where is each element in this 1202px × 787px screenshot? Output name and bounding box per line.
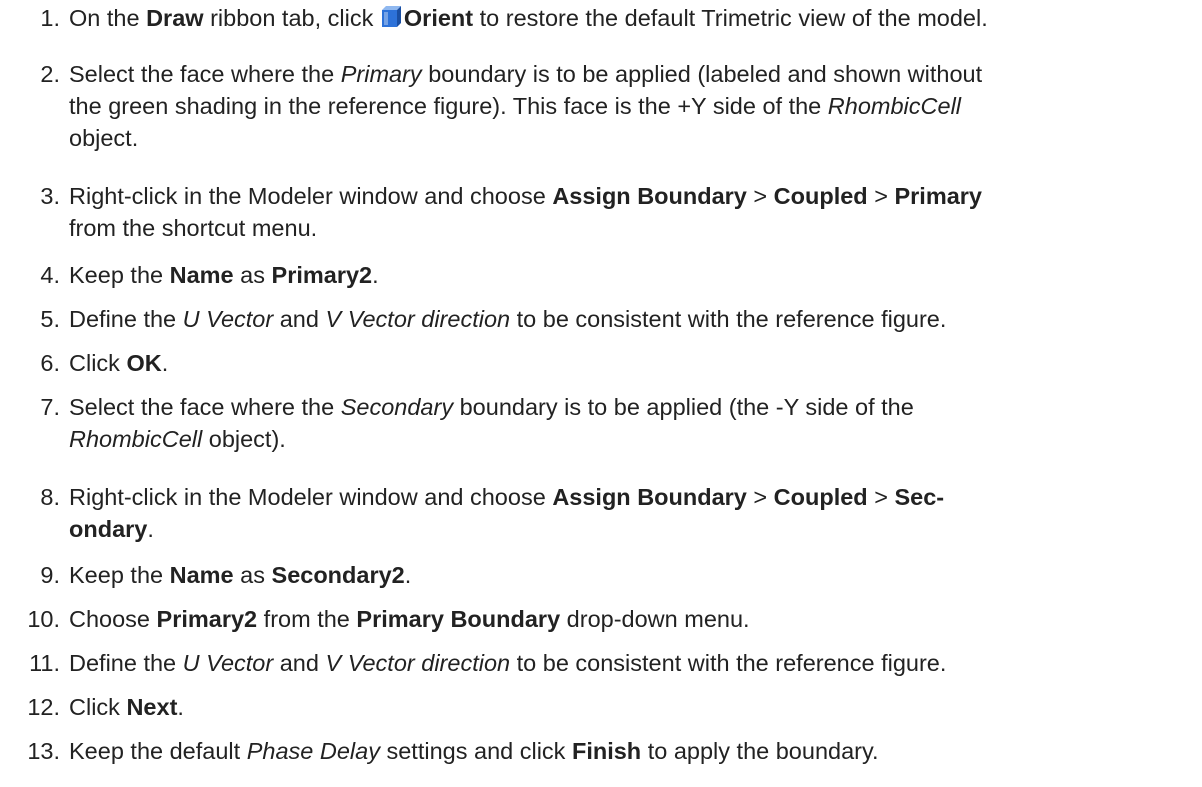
step-number: 1.: [40, 5, 60, 31]
step-text-run: Click: [69, 694, 127, 720]
step-number: 11.: [29, 650, 60, 676]
step-text-run: Click: [69, 350, 127, 376]
step-text-run: Define the: [69, 306, 183, 332]
step-text-run: settings and click: [379, 738, 572, 764]
step-text-run: drop-down menu.: [560, 606, 750, 632]
ui-term: Sec-: [894, 484, 945, 510]
step-text-run: ribbon tab, click: [203, 5, 380, 31]
emphasized-term: Secondary: [340, 394, 454, 420]
step-text-run: object.: [69, 125, 139, 151]
ui-term: Secondary2: [271, 562, 405, 588]
step-text-run: >: [867, 183, 895, 209]
step-number: 4.: [40, 262, 60, 288]
step-text-run: boundary is to be applied (the -Y side o…: [453, 394, 914, 420]
emphasized-term: RhombicCell: [827, 93, 962, 119]
emphasized-term: V Vector direction: [325, 306, 511, 332]
step-text-run: boundary is to be applied (labeled and s…: [421, 61, 983, 87]
step-text-run: to be consistent with the reference figu…: [510, 306, 947, 332]
step-text-run: Keep the: [69, 262, 170, 288]
step-text-run: as: [233, 262, 272, 288]
emphasized-term: Phase Delay: [246, 738, 380, 764]
step-text-run: as: [233, 562, 272, 588]
ui-term: Assign Boundary: [552, 183, 747, 209]
step-text-run: and: [273, 650, 326, 676]
step-text-run: >: [746, 183, 774, 209]
step-number: 2.: [40, 61, 60, 87]
step-number: 9.: [40, 562, 60, 588]
ui-term: Primary Boundary: [356, 606, 561, 632]
step-text: Select the face where the Secondary boun…: [69, 391, 1197, 455]
step-number: 6.: [40, 350, 60, 376]
ui-term: ondary: [69, 516, 148, 542]
step-number: 5.: [40, 306, 60, 332]
step-text-run: object).: [202, 426, 286, 452]
step-text-run: Choose: [69, 606, 157, 632]
ui-term: Primary: [894, 183, 982, 209]
step-text-run: >: [867, 484, 895, 510]
orient-cube-icon: [380, 5, 402, 29]
ui-term: Orient: [403, 5, 474, 31]
step-text-run: .: [404, 562, 412, 588]
step-number: 8.: [40, 484, 60, 510]
step-number: 12.: [27, 694, 60, 720]
ui-term: Primary2: [271, 262, 373, 288]
step-text: Right-click in the Modeler window and ch…: [69, 180, 1197, 244]
step-text-run: .: [372, 262, 379, 288]
ui-term: Coupled: [773, 183, 868, 209]
step-text-run: to be consistent with the reference figu…: [510, 650, 947, 676]
ui-term: Draw: [146, 5, 204, 31]
ui-term: Name: [169, 262, 234, 288]
step-text: Keep the default Phase Delay settings an…: [69, 735, 1197, 767]
step-text: Define the U Vector and V Vector directi…: [69, 303, 1197, 335]
step-text-run: from the shortcut menu.: [69, 215, 318, 241]
step-text: Click Next.: [69, 691, 1197, 723]
step-number: 3.: [40, 183, 60, 209]
step-text-run: .: [177, 694, 184, 720]
step-text-run: Select the face where the: [69, 61, 341, 87]
step-text-run: and: [273, 306, 326, 332]
step-text-run: Right-click in the Modeler window and ch…: [69, 183, 553, 209]
ui-term: Next: [126, 694, 178, 720]
step-text-run: Keep the default: [69, 738, 247, 764]
step-text: Choose Primary2 from the Primary Boundar…: [69, 603, 1197, 635]
step-text-run: from the: [257, 606, 357, 632]
ui-term: Finish: [571, 738, 642, 764]
step-text: Keep the Name as Primary2.: [69, 259, 1197, 291]
emphasized-term: RhombicCell: [69, 426, 203, 452]
step-text-run: .: [147, 516, 154, 542]
emphasized-term: U Vector: [182, 306, 274, 332]
ui-term: Name: [169, 562, 234, 588]
step-text: Keep the Name as Secondary2.: [69, 559, 1197, 591]
emphasized-term: V Vector direction: [325, 650, 511, 676]
emphasized-term: U Vector: [182, 650, 274, 676]
step-text-run: >: [746, 484, 774, 510]
ui-term: Assign Boundary: [552, 484, 747, 510]
step-number: 7.: [40, 394, 60, 420]
step-text-run: to apply the boundary.: [641, 738, 879, 764]
step-text-run: to restore the default Trimetric view of…: [473, 5, 988, 31]
step-text-run: Define the: [69, 650, 183, 676]
emphasized-term: Primary: [340, 61, 422, 87]
step-text-run: the green shading in the reference figur…: [69, 93, 828, 119]
step-text: Click OK.: [69, 347, 1197, 379]
step-text-run: On the: [69, 5, 147, 31]
step-text-run: Select the face where the: [69, 394, 341, 420]
ui-term: Primary2: [156, 606, 258, 632]
step-number: 10.: [27, 606, 60, 632]
step-text: On the Draw ribbon tab, click Orient to …: [69, 2, 1197, 34]
step-number: 13.: [27, 738, 60, 764]
step-text: Right-click in the Modeler window and ch…: [69, 481, 1197, 545]
step-text: Select the face where the Primary bounda…: [69, 58, 1197, 154]
ui-term: Coupled: [773, 484, 868, 510]
step-text-run: .: [161, 350, 169, 376]
step-text: Define the U Vector and V Vector directi…: [69, 647, 1197, 679]
step-text-run: Keep the: [69, 562, 170, 588]
ui-term: OK: [126, 350, 162, 376]
step-text-run: Right-click in the Modeler window and ch…: [69, 484, 553, 510]
